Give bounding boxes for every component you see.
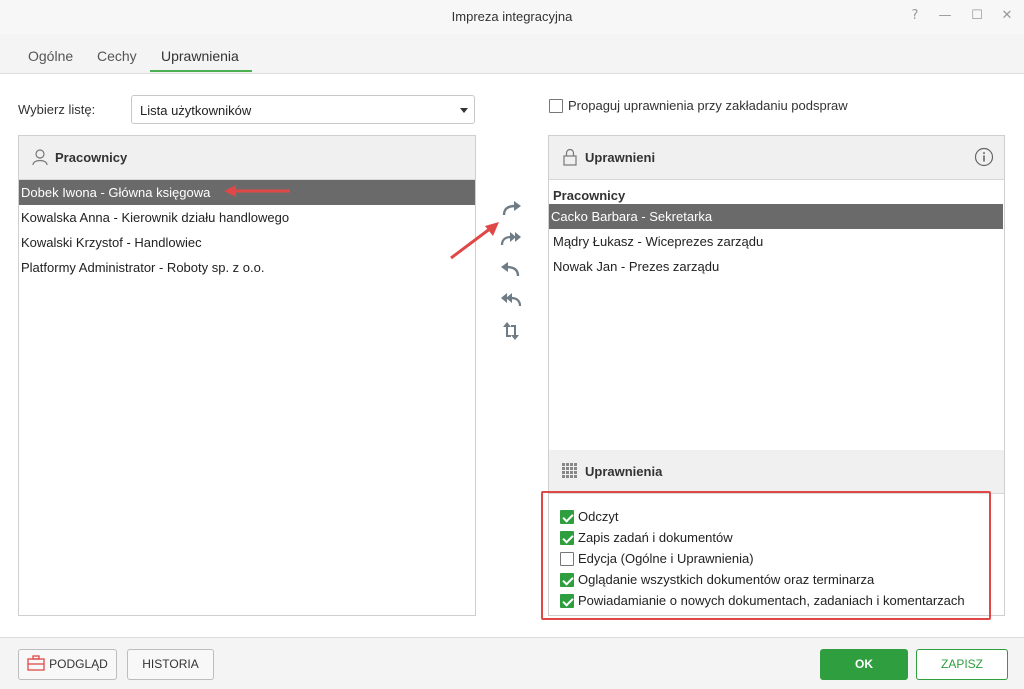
propagate-checkbox[interactable] bbox=[549, 99, 563, 113]
permissions-panel-title: Uprawnienia bbox=[585, 464, 663, 479]
authorized-panel: Uprawnieni bbox=[548, 135, 1005, 451]
authorized-panel-title: Uprawnieni bbox=[585, 150, 656, 165]
tab-ogolne[interactable]: Ogólne bbox=[28, 48, 73, 64]
move-left-icon[interactable] bbox=[500, 260, 522, 282]
history-button[interactable]: HISTORIA bbox=[127, 649, 214, 680]
info-icon[interactable] bbox=[974, 147, 994, 172]
list-item[interactable]: Kowalski Krzystof - Handlowiec bbox=[19, 230, 475, 255]
list-item[interactable]: Cacko Barbara - Sekretarka bbox=[549, 204, 1003, 229]
tab-uprawnienia[interactable]: Uprawnienia bbox=[161, 48, 239, 64]
preview-button[interactable]: PODGLĄD bbox=[18, 649, 117, 680]
move-all-right-icon[interactable] bbox=[500, 229, 522, 251]
window-title: Impreza integracyjna bbox=[451, 9, 573, 24]
briefcase-icon bbox=[27, 653, 45, 682]
annotation-highlight-box bbox=[541, 491, 991, 620]
employees-panel-header: Pracownicy bbox=[19, 136, 475, 180]
authorized-panel-header: Uprawnieni bbox=[549, 136, 1004, 180]
swap-icon[interactable] bbox=[500, 320, 522, 342]
list-selector-value: Lista użytkowników bbox=[140, 103, 252, 118]
ok-button[interactable]: OK bbox=[820, 649, 908, 680]
chevron-down-icon bbox=[460, 108, 468, 113]
move-right-icon[interactable] bbox=[500, 199, 522, 221]
employees-panel-title: Pracownicy bbox=[55, 150, 128, 165]
tab-bar: Ogólne Cechy Uprawnienia bbox=[0, 40, 1024, 74]
title-bar: Impreza integracyjna ? — ☐ ✕ bbox=[0, 0, 1024, 34]
close-button[interactable]: ✕ bbox=[996, 6, 1018, 26]
move-all-left-icon[interactable] bbox=[500, 290, 522, 312]
grid-icon bbox=[561, 462, 579, 480]
list-item[interactable]: Mądry Łukasz - Wiceprezes zarządu bbox=[551, 229, 1003, 254]
dialog-window: Impreza integracyjna ? — ☐ ✕ Ogólne Cech… bbox=[0, 0, 1024, 689]
annotation-arrow-up-right bbox=[450, 222, 499, 260]
propagate-label: Propaguj uprawnienia przy zakładaniu pod… bbox=[568, 98, 848, 113]
maximize-button[interactable]: ☐ bbox=[966, 6, 988, 26]
tab-cechy[interactable]: Cechy bbox=[97, 48, 137, 64]
authorized-group-label: Pracownicy bbox=[553, 188, 626, 203]
annotation-arrow-left bbox=[224, 185, 290, 197]
list-selector-label: Wybierz listę: bbox=[18, 102, 96, 117]
help-button[interactable]: ? bbox=[904, 6, 926, 26]
list-item[interactable]: Platformy Administrator - Roboty sp. z o… bbox=[19, 255, 475, 280]
preview-label: PODGLĄD bbox=[49, 657, 108, 671]
list-item[interactable]: Nowak Jan - Prezes zarządu bbox=[551, 254, 1003, 279]
active-tab-indicator bbox=[150, 70, 252, 72]
permissions-panel-header: Uprawnienia bbox=[549, 450, 1004, 494]
save-button[interactable]: ZAPISZ bbox=[916, 649, 1008, 680]
minimize-button[interactable]: — bbox=[934, 6, 956, 26]
user-icon bbox=[31, 148, 49, 166]
list-item[interactable]: Kowalska Anna - Kierownik działu handlow… bbox=[19, 205, 475, 230]
lock-icon bbox=[561, 148, 579, 166]
list-selector-dropdown[interactable]: Lista użytkowników bbox=[131, 95, 475, 124]
